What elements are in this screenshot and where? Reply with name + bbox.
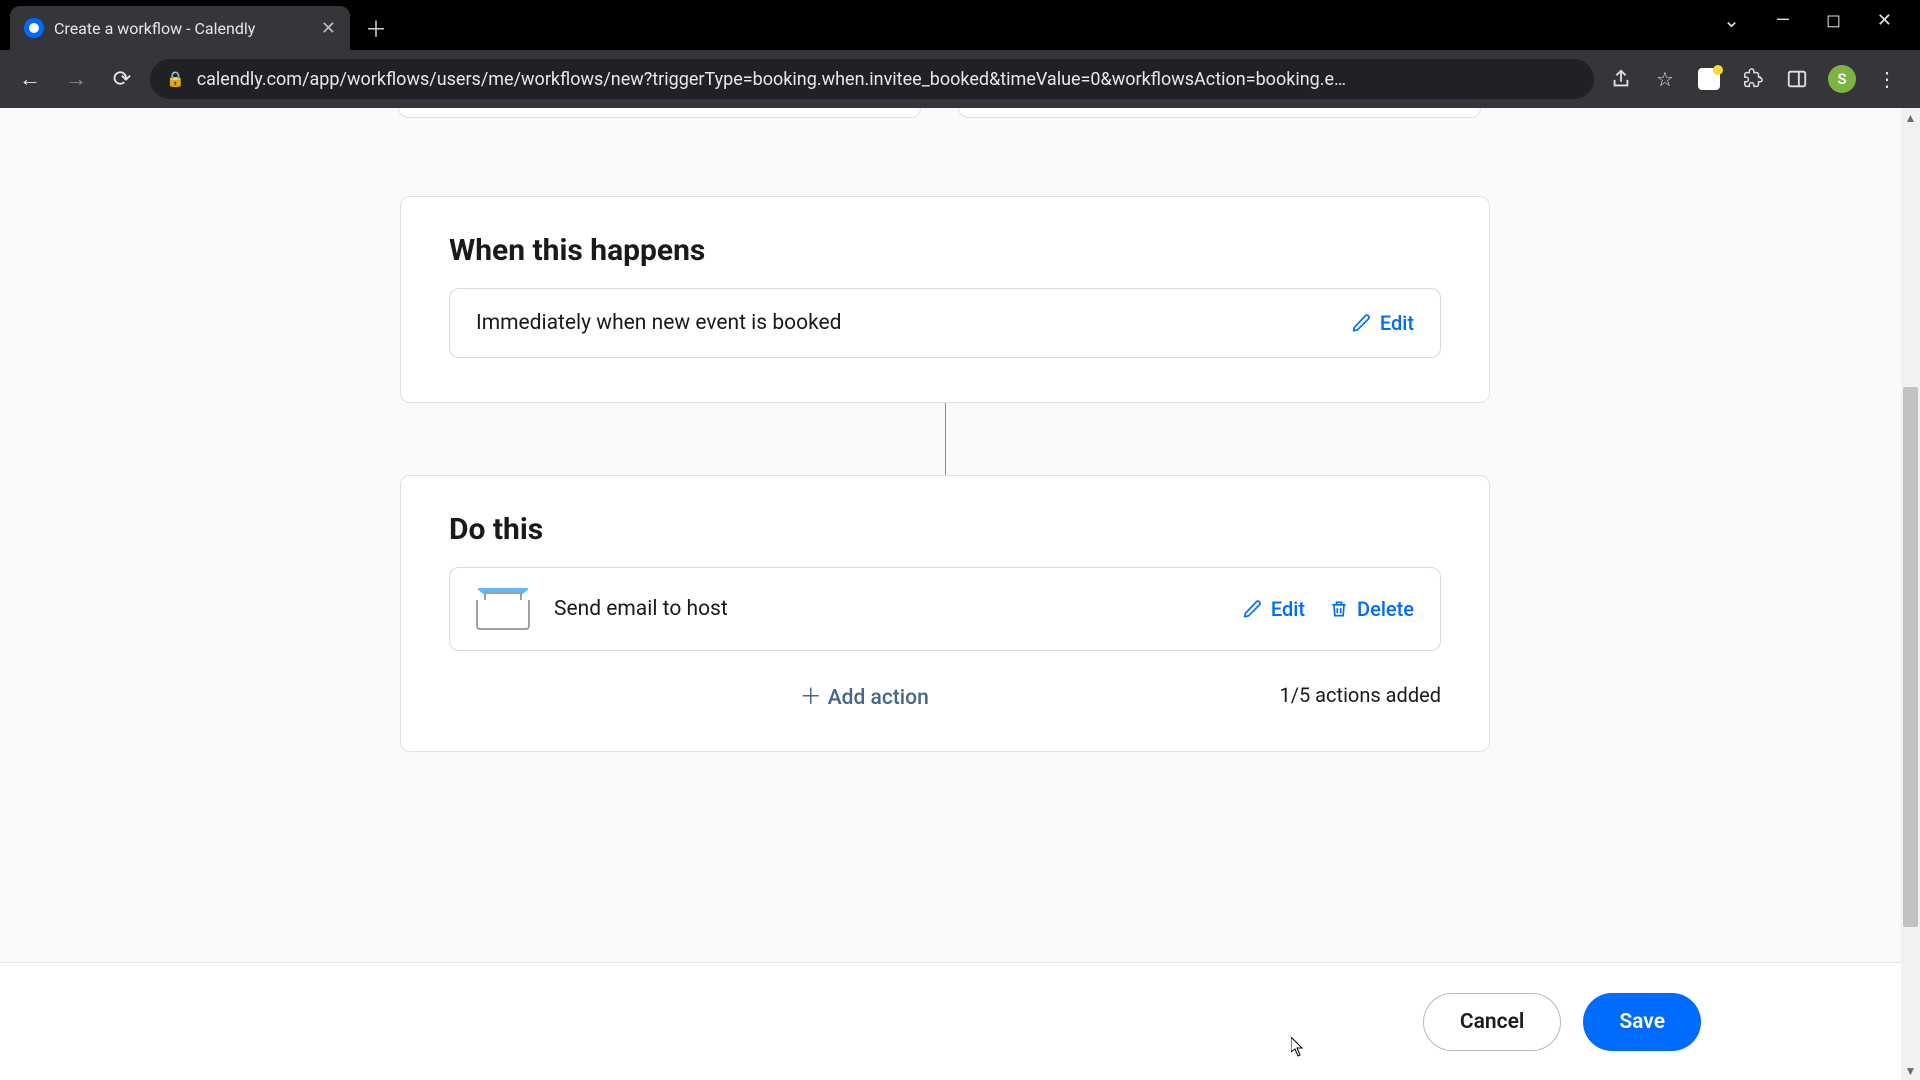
address-bar[interactable]: 🔒 calendly.com/app/workflows/users/me/wo… (150, 59, 1594, 99)
trigger-card: When this happens Immediately when new e… (400, 196, 1490, 403)
pencil-icon (1352, 313, 1372, 333)
new-tab-button[interactable]: ＋ (358, 10, 394, 46)
actions-card: Do this Send email to host Edit Dele (400, 475, 1490, 752)
connector-line (945, 403, 946, 475)
browser-tabstrip: Create a workflow - Calendly ✕ ＋ ⌄ ― ◻ ✕ (0, 0, 1920, 50)
envelope-icon (476, 588, 530, 630)
action-label: Send email to host (554, 597, 1219, 621)
action-row: Send email to host Edit Delete (449, 567, 1441, 651)
vertical-scrollbar[interactable]: ▲ ▼ (1901, 108, 1920, 1080)
sidepanel-icon[interactable] (1784, 66, 1810, 92)
close-tab-icon[interactable]: ✕ (321, 18, 336, 39)
back-button[interactable]: ← (12, 61, 48, 97)
cancel-button[interactable]: Cancel (1423, 993, 1561, 1051)
close-window-icon[interactable]: ✕ (1877, 10, 1892, 31)
edit-trigger-button[interactable]: Edit (1352, 311, 1414, 335)
window-controls: ⌄ ― ◻ ✕ (1723, 0, 1920, 40)
minimize-icon[interactable]: ― (1776, 10, 1790, 31)
share-icon[interactable] (1608, 66, 1634, 92)
forward-button: → (58, 61, 94, 97)
trigger-description: Immediately when new event is booked (476, 311, 1334, 335)
url-text: calendly.com/app/workflows/users/me/work… (197, 69, 1578, 90)
footer-bar: Cancel Save (0, 962, 1901, 1080)
edit-trigger-label: Edit (1380, 311, 1414, 335)
scroll-up-arrow-icon[interactable]: ▲ (1901, 108, 1920, 127)
actions-count: 1/5 actions added (1279, 683, 1441, 707)
reload-button[interactable]: ⟳ (104, 61, 140, 97)
extensions-icon[interactable] (1740, 66, 1766, 92)
save-button[interactable]: Save (1583, 993, 1701, 1051)
maximize-icon[interactable]: ◻ (1826, 10, 1841, 31)
page-scroll-area: When this happens Immediately when new e… (0, 108, 1920, 1080)
delete-action-button[interactable]: Delete (1329, 597, 1414, 621)
browser-toolbar: ← → ⟳ 🔒 calendly.com/app/workflows/users… (0, 50, 1920, 108)
pencil-icon (1243, 599, 1263, 619)
trash-icon (1329, 599, 1349, 619)
add-action-label: Add action (828, 686, 929, 710)
tab-search-icon[interactable]: ⌄ (1723, 8, 1740, 32)
add-action-button[interactable]: ＋Add action (449, 679, 1279, 711)
tab-title: Create a workflow - Calendly (54, 19, 311, 38)
delete-action-label: Delete (1357, 597, 1414, 621)
profile-avatar[interactable]: S (1828, 65, 1856, 93)
scrollbar-thumb[interactable] (1903, 387, 1918, 927)
app-viewport: When this happens Immediately when new e… (0, 108, 1920, 1080)
scroll-down-arrow-icon[interactable]: ▼ (1901, 1061, 1920, 1080)
lock-icon: 🔒 (166, 70, 185, 88)
scrollbar-track[interactable] (1903, 127, 1918, 1061)
edit-action-label: Edit (1271, 597, 1305, 621)
actions-heading: Do this (401, 476, 1489, 567)
kebab-menu-icon[interactable]: ⋮ (1874, 66, 1900, 92)
bookmark-star-icon[interactable]: ☆ (1652, 66, 1678, 92)
browser-tab-active[interactable]: Create a workflow - Calendly ✕ (10, 6, 350, 50)
plus-icon: ＋ (800, 685, 822, 710)
extension-badge-icon[interactable] (1696, 66, 1722, 92)
edit-action-button[interactable]: Edit (1243, 597, 1305, 621)
trigger-row: Immediately when new event is booked Edi… (449, 288, 1441, 358)
cropped-previous-cards (0, 108, 1920, 128)
calendly-favicon (24, 18, 44, 38)
trigger-heading: When this happens (401, 197, 1489, 288)
